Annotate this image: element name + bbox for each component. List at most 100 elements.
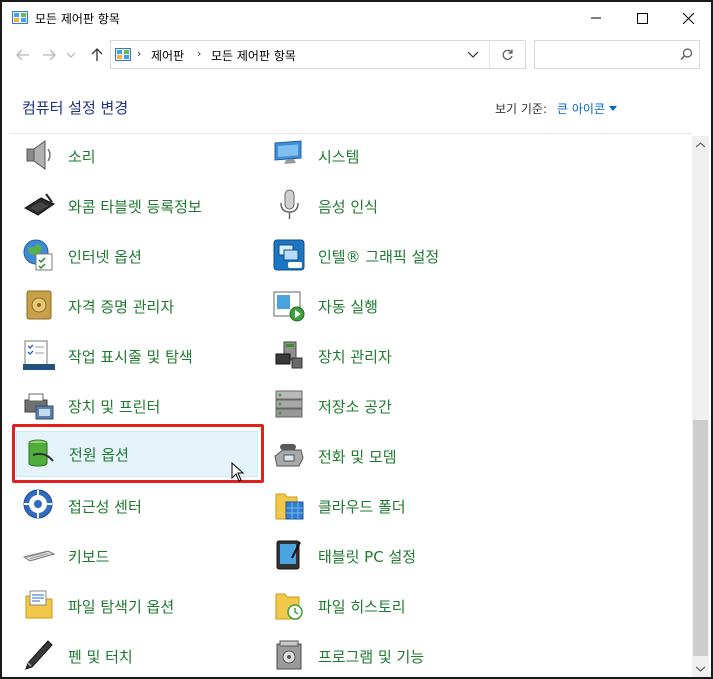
cloud-folder-icon (275, 493, 304, 520)
breadcrumb-separator[interactable]: › (137, 47, 141, 60)
item-speech-recognition[interactable]: 음성 인식 (272, 188, 512, 230)
item-pen-touch[interactable]: 펜 및 터치 (22, 638, 262, 677)
scroll-up-button[interactable] (692, 136, 709, 153)
scroll-down-button[interactable] (692, 660, 709, 677)
item-file-explorer-options[interactable]: 파일 탐색기 옵션 (22, 588, 262, 630)
item-label: 인터넷 옵션 (68, 248, 142, 266)
mouse-cursor-icon (231, 462, 245, 482)
scrollbar-thumb[interactable] (693, 420, 708, 656)
autoplay-icon (273, 291, 305, 322)
close-icon (682, 12, 694, 24)
search-input[interactable] (541, 46, 671, 64)
title-bar[interactable]: 모든 제어판 항목 (2, 2, 711, 34)
item-wacom-tablet[interactable]: 와콤 타블렛 등록정보 (22, 188, 262, 230)
forward-button[interactable] (40, 46, 58, 64)
control-panel-items: 소리 와콤 타블렛 등록정보 인터넷 옵션 자격 증명 관리자 작업 표시줄 및… (2, 136, 692, 677)
speaker-icon (26, 140, 51, 170)
phone-icon (274, 444, 304, 467)
item-programs-features[interactable]: 프로그램 및 기능 (272, 638, 512, 677)
navigation-bar: › 제어판 › 모든 제어판 항목 (2, 38, 711, 72)
chevron-down-icon (696, 666, 705, 672)
item-system[interactable]: 시스템 (272, 138, 512, 180)
item-label: 인텔® 그래픽 설정 (318, 248, 440, 266)
item-intel-graphics[interactable]: 인텔® 그래픽 설정 (272, 238, 512, 280)
back-button[interactable] (14, 46, 32, 64)
vertical-scrollbar[interactable] (692, 136, 709, 677)
header-divider (10, 133, 692, 134)
monitor-icon (274, 140, 302, 164)
address-dropdown-button[interactable] (461, 41, 485, 68)
view-by-control[interactable]: 보기 기준: 큰 아이콘 (495, 100, 618, 117)
item-keyboard[interactable]: 키보드 (22, 538, 262, 580)
control-panel-icon (12, 11, 28, 24)
breadcrumb-all-items[interactable]: 모든 제어판 항목 (211, 47, 296, 64)
vault-icon (26, 290, 52, 320)
chevron-up-icon (696, 141, 705, 147)
item-taskbar-navigation[interactable]: 작업 표시줄 및 탐색 (22, 338, 262, 380)
taskbar-icon (23, 340, 55, 370)
window-title: 모든 제어판 항목 (35, 12, 120, 26)
arrow-right-icon (43, 49, 56, 61)
item-ease-of-access[interactable]: 접근성 센터 (22, 488, 262, 530)
breadcrumb-separator[interactable]: › (197, 47, 201, 60)
chevron-down-icon (468, 51, 478, 58)
item-label: 전화 및 모뎀 (318, 448, 397, 466)
keyboard-icon (22, 550, 56, 562)
item-label: 프로그램 및 기능 (318, 648, 425, 666)
recent-locations-button[interactable] (64, 46, 78, 64)
item-autoplay[interactable]: 자동 실행 (272, 288, 512, 330)
item-label: 클라우드 폴더 (318, 498, 406, 516)
chevron-down-icon (67, 52, 75, 58)
item-storage-spaces[interactable]: 저장소 공간 (272, 388, 512, 430)
maximize-icon (636, 12, 648, 24)
ease-of-access-icon (23, 489, 53, 519)
arrow-up-icon (91, 48, 103, 61)
tablet-pen-icon (24, 193, 56, 216)
item-device-manager[interactable]: 장치 관리자 (272, 338, 512, 380)
item-label: 접근성 센터 (68, 498, 142, 516)
refresh-icon (502, 49, 513, 60)
refresh-button[interactable] (489, 41, 525, 68)
file-history-icon (275, 593, 303, 620)
item-tablet-pc-settings[interactable]: 태블릿 PC 설정 (272, 538, 512, 580)
minimize-icon (591, 17, 601, 19)
minimize-button[interactable] (573, 2, 619, 34)
view-by-dropdown[interactable]: 큰 아이콘 (557, 102, 605, 116)
item-label: 장치 및 프린터 (68, 398, 161, 416)
item-phone-modem[interactable]: 전화 및 모뎀 (272, 438, 512, 480)
storage-icon (275, 390, 303, 418)
page-heading: 컴퓨터 설정 변경 (22, 99, 129, 117)
search-box[interactable] (534, 40, 700, 69)
tablet-pc-icon (276, 540, 301, 570)
item-sound[interactable]: 소리 (22, 138, 262, 180)
address-bar[interactable]: › 제어판 › 모든 제어판 항목 (110, 40, 526, 69)
item-label: 펜 및 터치 (68, 648, 133, 666)
search-icon[interactable] (680, 48, 693, 61)
programs-icon (276, 640, 302, 670)
item-label: 파일 탐색기 옵션 (68, 598, 175, 616)
maximize-button[interactable] (619, 2, 665, 34)
item-label: 시스템 (318, 148, 360, 166)
microphone-icon (280, 189, 299, 219)
item-label: 저장소 공간 (318, 398, 392, 416)
control-panel-icon (115, 48, 131, 61)
close-button[interactable] (665, 2, 711, 34)
item-label: 자동 실행 (318, 298, 378, 316)
control-panel-window: 모든 제어판 항목 › 제어판 › 모든 제어판 항목 컴퓨터 설정 변경 보기… (0, 0, 713, 679)
item-label: 파일 히스토리 (318, 598, 406, 616)
item-label: 태블릿 PC 설정 (318, 548, 417, 566)
item-credential-manager[interactable]: 자격 증명 관리자 (22, 288, 262, 330)
item-file-history[interactable]: 파일 히스토리 (272, 588, 512, 630)
arrow-left-icon (16, 49, 29, 61)
item-label: 장치 관리자 (318, 348, 392, 366)
item-internet-options[interactable]: 인터넷 옵션 (22, 238, 262, 280)
caret-down-icon[interactable] (609, 106, 618, 111)
intel-graphics-icon (273, 239, 305, 271)
breadcrumb-control-panel[interactable]: 제어판 (151, 47, 184, 64)
item-cloud-folder[interactable]: 클라우드 폴더 (272, 488, 512, 530)
device-manager-icon (275, 341, 303, 369)
item-label: 와콤 타블렛 등록정보 (68, 198, 202, 216)
pen-icon (25, 640, 53, 670)
up-button[interactable] (88, 46, 106, 64)
printer-icon (24, 393, 54, 420)
